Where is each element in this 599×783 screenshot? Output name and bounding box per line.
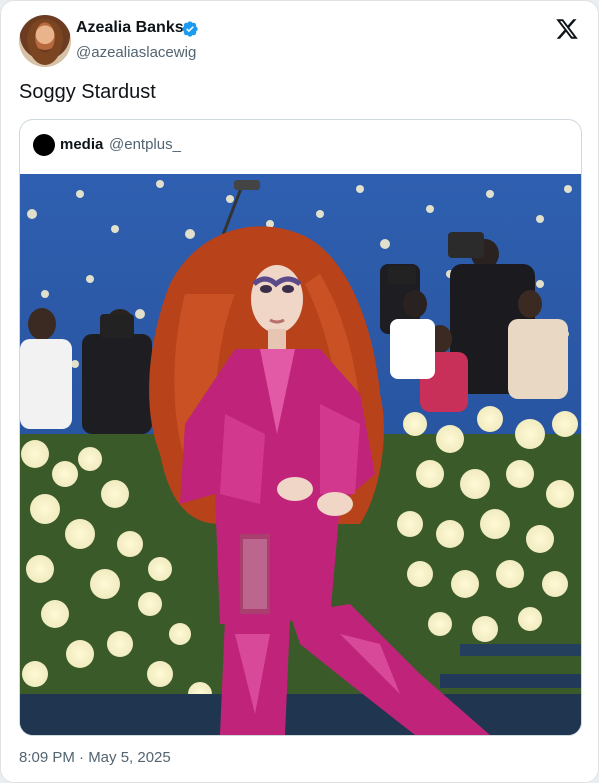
- verified-badge-icon: [182, 21, 198, 37]
- quoted-display-name[interactable]: media: [60, 136, 103, 153]
- x-logo-icon[interactable]: [555, 17, 579, 41]
- quoted-tweet[interactable]: media @entplus_: [19, 119, 582, 736]
- tweet-card[interactable]: Azealia Banks @azealiaslacewig Soggy Sta…: [0, 0, 599, 783]
- quoted-handle[interactable]: @entplus_: [109, 136, 181, 153]
- author-handle[interactable]: @azealiaslacewig: [76, 44, 196, 61]
- tweet-timestamp[interactable]: 8:09 PM · May 5, 2025: [19, 749, 171, 766]
- quoted-photo[interactable]: [20, 174, 581, 735]
- author-display-name[interactable]: Azealia Banks: [76, 19, 184, 37]
- author-avatar[interactable]: [19, 15, 71, 67]
- red-carpet-photo: [20, 174, 581, 735]
- tweet-text: Soggy Stardust: [19, 81, 156, 103]
- quoted-avatar[interactable]: [33, 134, 55, 156]
